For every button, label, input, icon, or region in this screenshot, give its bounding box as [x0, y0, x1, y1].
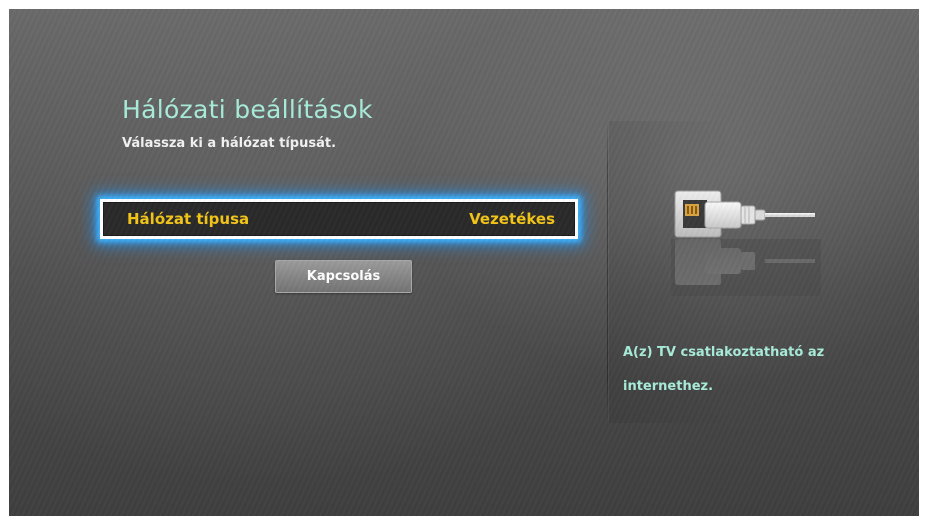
network-type-selector[interactable]: Hálózat típusa Vezetékes	[100, 199, 578, 239]
side-panel-divider	[607, 121, 608, 423]
connect-button[interactable]: Kapcsolás	[275, 260, 412, 293]
side-info-line-2: internethez.	[623, 379, 714, 394]
page-title: Hálózati beállítások	[122, 95, 373, 124]
side-info-text: A(z) TV csatlakoztatható az internethez.	[623, 336, 903, 404]
ethernet-cable-icon	[671, 190, 821, 296]
tv-screen: Hálózati beállítások Válassza ki a hálóz…	[9, 9, 919, 516]
page-subtitle: Válassza ki a hálózat típusát.	[122, 136, 337, 151]
network-type-value: Vezetékes	[469, 210, 555, 228]
side-info-line-1: A(z) TV csatlakoztatható az	[623, 345, 825, 360]
network-type-label: Hálózat típusa	[127, 210, 250, 228]
